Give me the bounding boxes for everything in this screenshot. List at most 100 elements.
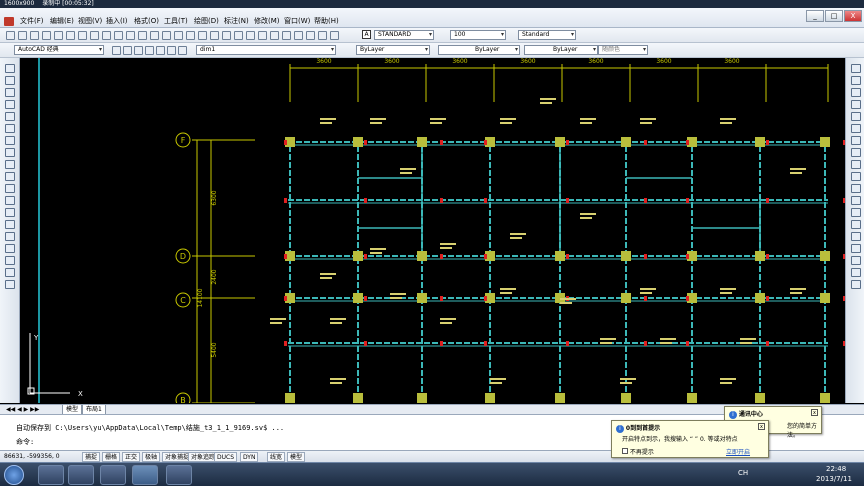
standard-tool-icon[interactable]	[210, 31, 219, 40]
draw-tool-icon[interactable]	[5, 64, 15, 73]
modify-tool-icon[interactable]	[851, 76, 861, 85]
dont-show-checkbox[interactable]	[622, 448, 628, 454]
dim-style-select[interactable]: Standard	[518, 30, 576, 40]
menu-view[interactable]: 视图(V)	[78, 17, 102, 26]
menu-dimension[interactable]: 标注(N)	[224, 17, 249, 26]
draw-tool-icon[interactable]	[5, 172, 15, 181]
standard-tool-icon[interactable]	[270, 31, 279, 40]
draw-tool-icon[interactable]	[5, 268, 15, 277]
draw-tool-icon[interactable]	[5, 184, 15, 193]
standard-tool-icon[interactable]	[198, 31, 207, 40]
standard-tool-icon[interactable]	[246, 31, 255, 40]
layer-tool-icon[interactable]	[178, 46, 187, 55]
standard-tool-icon[interactable]	[186, 31, 195, 40]
standard-tool-icon[interactable]	[18, 31, 27, 40]
menu-modify[interactable]: 修改(M)	[254, 17, 280, 26]
modify-tool-icon[interactable]	[851, 112, 861, 121]
status-toggle-9[interactable]: 模型	[287, 452, 306, 462]
standard-tool-icon[interactable]	[54, 31, 63, 40]
standard-tool-icon[interactable]	[6, 31, 15, 40]
modify-tool-icon[interactable]	[851, 136, 861, 145]
input-language[interactable]: CH	[738, 469, 748, 477]
modify-tool-icon[interactable]	[851, 172, 861, 181]
draw-tool-icon[interactable]	[5, 256, 15, 265]
status-toggle-7[interactable]: DYN	[240, 452, 259, 462]
close-icon[interactable]: x	[758, 423, 765, 430]
layer-select[interactable]: dim1	[196, 45, 336, 55]
text-style-select[interactable]: STANDARD	[374, 30, 434, 40]
clock-time[interactable]: 22:48	[826, 465, 846, 473]
draw-tool-icon[interactable]	[5, 244, 15, 253]
menu-format[interactable]: 格式(O)	[134, 17, 159, 26]
standard-tool-icon[interactable]	[174, 31, 183, 40]
taskbar-recorder-icon[interactable]	[166, 465, 192, 485]
status-toggle-0[interactable]: 捕捉	[82, 452, 101, 462]
menu-edit[interactable]: 编辑(E)	[50, 17, 74, 26]
draw-tool-icon[interactable]	[5, 208, 15, 217]
standard-tool-icon[interactable]	[234, 31, 243, 40]
standard-tool-icon[interactable]	[126, 31, 135, 40]
dim-scale-select[interactable]: 100	[450, 30, 506, 40]
layer-tool-icon[interactable]	[156, 46, 165, 55]
app-logo-icon[interactable]	[4, 17, 14, 26]
modify-tool-icon[interactable]	[851, 100, 861, 109]
standard-tool-icon[interactable]	[294, 31, 303, 40]
status-toggle-3[interactable]: 极轴	[142, 452, 161, 462]
standard-tool-icon[interactable]	[318, 31, 327, 40]
clock-date[interactable]: 2013/7/11	[816, 475, 852, 483]
standard-tool-icon[interactable]	[138, 31, 147, 40]
modify-tool-icon[interactable]	[851, 208, 861, 217]
menu-help[interactable]: 帮助(H)	[314, 17, 339, 26]
draw-tool-icon[interactable]	[5, 280, 15, 289]
modify-tool-icon[interactable]	[851, 268, 861, 277]
draw-tool-icon[interactable]	[5, 124, 15, 133]
standard-tool-icon[interactable]	[114, 31, 123, 40]
status-toggle-2[interactable]: 正交	[122, 452, 141, 462]
draw-tool-icon[interactable]	[5, 76, 15, 85]
modify-tool-icon[interactable]	[851, 196, 861, 205]
minimize-button[interactable]: _	[806, 10, 824, 22]
draw-tool-icon[interactable]	[5, 88, 15, 97]
standard-tool-icon[interactable]	[90, 31, 99, 40]
drawing-canvas[interactable]: Y X 3600 3600 3600 3600 3600 3600 3600 6300 240…	[20, 58, 845, 403]
modify-tool-icon[interactable]	[851, 124, 861, 133]
workspace-select[interactable]: AutoCAD 经典	[14, 45, 104, 55]
draw-tool-icon[interactable]	[5, 220, 15, 229]
layer-tool-icon[interactable]	[112, 46, 121, 55]
linetype-select[interactable]: ByLayer	[438, 45, 520, 55]
command-prompt[interactable]: 命令:	[16, 437, 34, 447]
draw-tool-icon[interactable]	[5, 112, 15, 121]
status-toggle-8[interactable]: 线宽	[267, 452, 286, 462]
modify-tool-icon[interactable]	[851, 256, 861, 265]
standard-tool-icon[interactable]	[282, 31, 291, 40]
status-toggle-1[interactable]: 栅格	[102, 452, 121, 462]
standard-tool-icon[interactable]	[102, 31, 111, 40]
draw-tool-icon[interactable]	[5, 160, 15, 169]
modify-tool-icon[interactable]	[851, 184, 861, 193]
menu-draw[interactable]: 绘图(D)	[194, 17, 219, 26]
layer-tool-icon[interactable]	[145, 46, 154, 55]
taskbar-explorer-icon[interactable]	[38, 465, 64, 485]
modify-tool-icon[interactable]	[851, 148, 861, 157]
draw-tool-icon[interactable]	[5, 196, 15, 205]
enable-now-link[interactable]: 立即开启	[726, 447, 750, 456]
menu-insert[interactable]: 插入(I)	[106, 17, 128, 26]
modify-tool-icon[interactable]	[851, 64, 861, 73]
standard-tool-icon[interactable]	[66, 31, 75, 40]
standard-tool-icon[interactable]	[330, 31, 339, 40]
menu-file[interactable]: 文件(F)	[20, 17, 44, 26]
modify-tool-icon[interactable]	[851, 220, 861, 229]
modify-tool-icon[interactable]	[851, 244, 861, 253]
standard-tool-icon[interactable]	[30, 31, 39, 40]
draw-tool-icon[interactable]	[5, 148, 15, 157]
standard-tool-icon[interactable]	[42, 31, 51, 40]
standard-tool-icon[interactable]	[78, 31, 87, 40]
plotstyle-select[interactable]: 随颜色	[598, 45, 648, 55]
taskbar-media-icon[interactable]	[100, 465, 126, 485]
standard-tool-icon[interactable]	[222, 31, 231, 40]
tip-bubble[interactable]: i 0到到首提示 开启特点到示，我搜输入 “ ” 0. 等或对特点 不再提示 立…	[611, 420, 769, 458]
modify-tool-icon[interactable]	[851, 232, 861, 241]
status-toggle-6[interactable]: DUCS	[214, 452, 238, 462]
modify-tool-icon[interactable]	[851, 88, 861, 97]
standard-tool-icon[interactable]	[162, 31, 171, 40]
